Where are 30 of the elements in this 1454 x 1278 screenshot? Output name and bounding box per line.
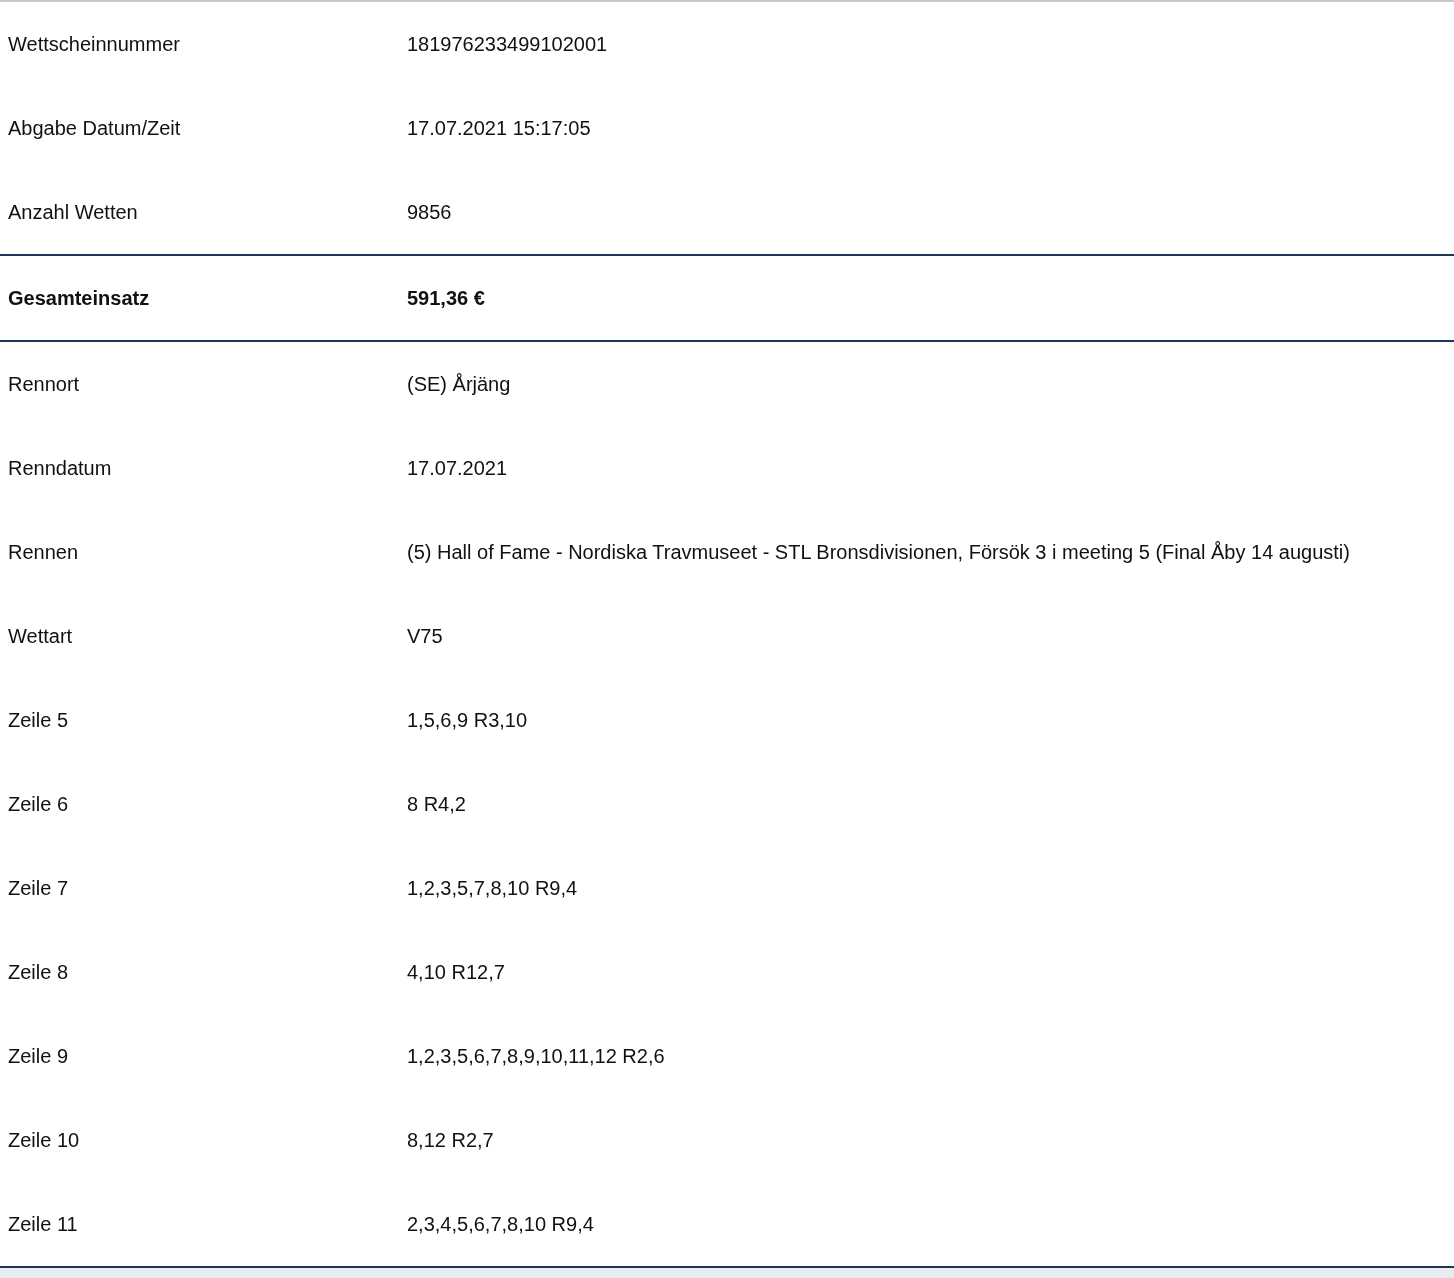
field-label: Anzahl Wetten	[7, 200, 139, 225]
field-label: Rennort	[7, 372, 81, 397]
field-label: Gesamteinsatz	[7, 286, 151, 311]
field-value: (SE) Årjäng	[407, 372, 512, 397]
field-label: Zeile 9	[7, 1044, 70, 1069]
field-value: 8,12 R2,7	[407, 1128, 495, 1153]
field-value: 2,3,4,5,6,7,8,10 R9,4	[407, 1212, 595, 1237]
field-label: Wettscheinnummer	[7, 32, 181, 57]
field-value: V75	[407, 624, 444, 649]
field-label: Zeile 11	[7, 1212, 79, 1237]
field-value: 9856	[407, 200, 453, 225]
field-label: Zeile 6	[7, 792, 70, 817]
field-value: 17.07.2021 15:17:05	[407, 116, 592, 141]
field-value: 1,2,3,5,7,8,10 R9,4	[407, 876, 579, 901]
field-value: 181976233499102001	[407, 32, 609, 57]
field-value: 17.07.2021	[407, 456, 509, 481]
field-value: 8 R4,2	[407, 792, 467, 817]
field-label: Rennen	[7, 540, 80, 565]
field-value: (5) Hall of Fame - Nordiska Travmuseet - STL Bronsdivisionen, Försök 3 i meeting 5 (Final Åby 14 augusti)	[407, 540, 1351, 565]
field-label: Abgabe Datum/Zeit	[7, 116, 182, 141]
field-label: Zeile 7	[7, 876, 70, 901]
field-value: 1,5,6,9 R3,10	[407, 708, 529, 733]
field-label: Wettart	[7, 624, 74, 649]
field-label: Zeile 10	[7, 1128, 81, 1153]
field-label: Zeile 8	[7, 960, 70, 985]
field-value: 1,2,3,5,6,7,8,9,10,11,12 R2,6	[407, 1044, 666, 1069]
field-value: 4,10 R12,7	[407, 960, 506, 985]
field-value: 591,36 €	[407, 286, 486, 311]
field-label: Renndatum	[7, 456, 113, 481]
field-label: Zeile 5	[7, 708, 70, 733]
